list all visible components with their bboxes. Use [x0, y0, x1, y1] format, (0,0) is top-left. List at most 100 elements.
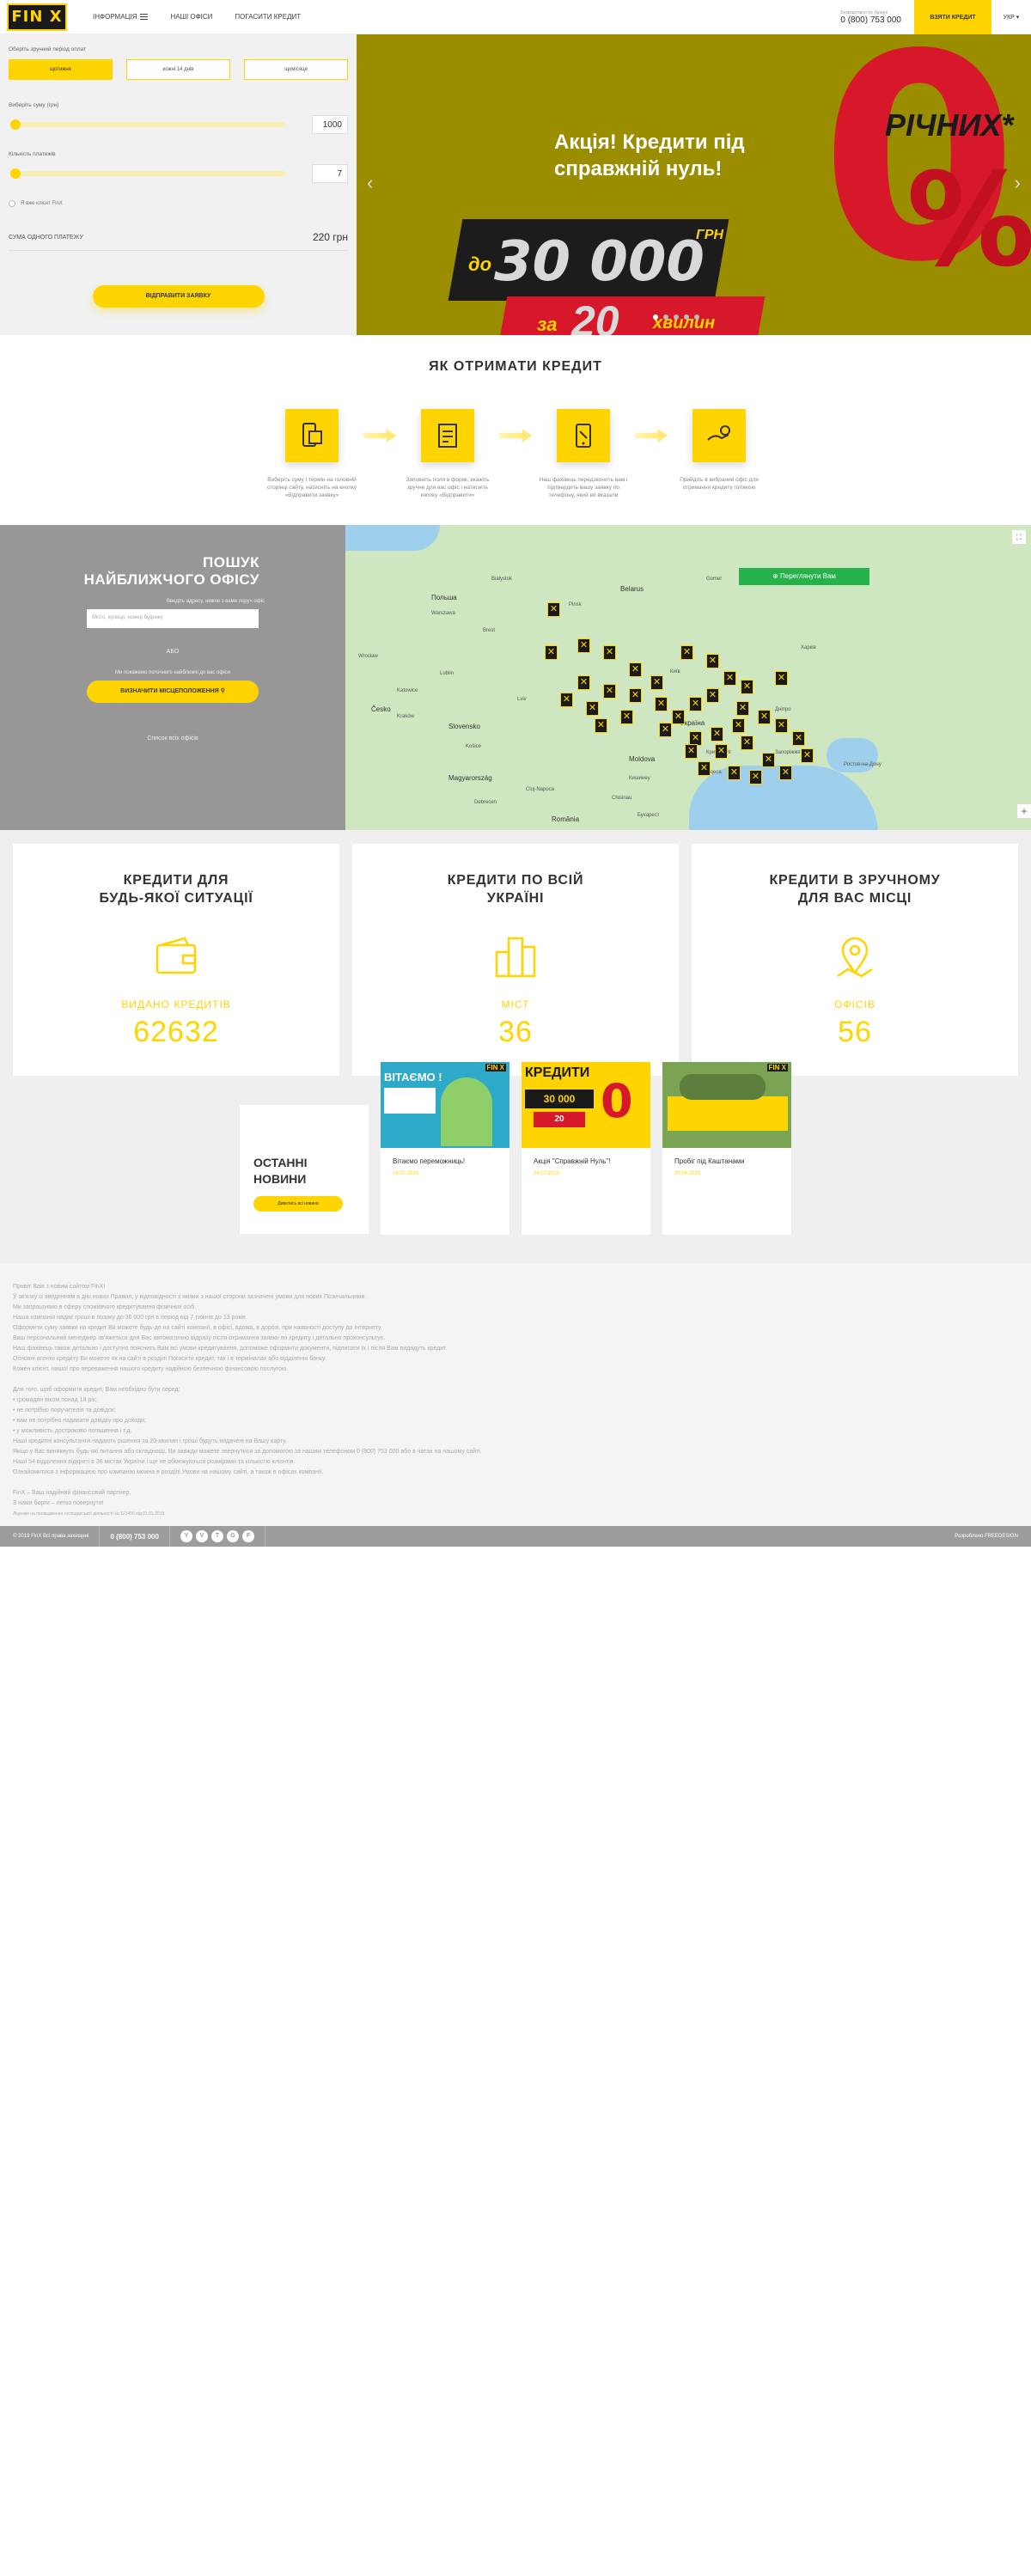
office-pin-icon[interactable]: ✕ — [758, 710, 771, 724]
news-card[interactable]: ВІТАЄМО ! FIN X Вітаємо переможниць! 14.… — [381, 1062, 509, 1235]
slider-dot[interactable] — [653, 314, 658, 320]
period-weekly-button[interactable]: щотижня — [9, 59, 113, 80]
map-city-label: Gomel — [706, 577, 722, 582]
news-item-date: 14.07.2019 — [393, 1171, 419, 1176]
office-pin-icon[interactable]: ✕ — [629, 662, 642, 677]
nav-info[interactable]: ІНФОРМАЦІЯ — [93, 13, 149, 21]
slider-dot[interactable] — [663, 314, 668, 320]
office-pin-icon[interactable]: ✕ — [706, 654, 719, 668]
footer-phone[interactable]: 0 (800) 753 000 — [110, 1533, 159, 1541]
period-biweekly-button[interactable]: кожні 14 днів — [126, 59, 230, 80]
slider-dot[interactable] — [674, 314, 679, 320]
youtube-icon[interactable]: Y — [180, 1530, 192, 1542]
info-paragraph: Наші кредитні консультанти надають рішен… — [13, 1438, 287, 1444]
office-pin-icon[interactable]: ✕ — [749, 770, 762, 784]
office-pin-icon[interactable]: ✕ — [595, 718, 607, 733]
money-icon — [692, 409, 746, 462]
all-news-button[interactable]: Дивитись всі новини — [253, 1196, 343, 1212]
stat-card-cities: КРЕДИТИ ПО ВСІЙ УКРАЇНІ МІСТ 36 — [352, 844, 679, 1076]
take-credit-button[interactable]: ВЗЯТИ КРЕДИТ — [914, 0, 991, 34]
nav-repay[interactable]: ПОГАСИТИ КРЕДИТ — [235, 13, 301, 21]
period-monthly-button[interactable]: щомісяця — [244, 59, 348, 80]
slider-next-icon[interactable]: › — [1015, 172, 1021, 194]
submit-application-button[interactable]: ВІДПРАВИТИ ЗАЯВКУ — [92, 285, 265, 308]
office-pin-icon[interactable]: ✕ — [723, 671, 736, 686]
office-pin-icon[interactable]: ✕ — [680, 645, 693, 660]
offices-map[interactable]: Польша Belarus Україна Moldova Slovensko… — [345, 525, 1031, 830]
office-pin-icon[interactable]: ✕ — [560, 693, 573, 707]
info-text-block: Привіт Вам з новим сайтом FinX! У зв'язк… — [0, 1263, 1031, 1526]
sum-input[interactable]: 1000 — [312, 115, 348, 134]
office-pin-icon[interactable]: ✕ — [762, 753, 775, 767]
count-input[interactable]: 7 — [312, 164, 348, 183]
existing-client-checkbox[interactable] — [9, 200, 15, 207]
address-search-input[interactable]: Місто, вулиця, номер будинку — [87, 609, 259, 628]
twitter-icon[interactable]: T — [210, 1530, 223, 1542]
facebook-icon[interactable]: F — [241, 1530, 254, 1542]
google-plus-icon[interactable]: G — [226, 1530, 239, 1542]
map-route-button[interactable]: ⊕ Переглянути Вам — [739, 568, 869, 585]
developer-credit[interactable]: Розроблено FREEDESIGN — [955, 1534, 1018, 1539]
office-pin-icon[interactable]: ✕ — [545, 645, 558, 660]
office-pin-icon[interactable]: ✕ — [603, 645, 616, 660]
office-pin-icon[interactable]: ✕ — [728, 766, 741, 780]
office-pin-icon[interactable]: ✕ — [603, 684, 616, 699]
office-pin-icon[interactable]: ✕ — [801, 748, 814, 763]
office-pin-icon[interactable]: ✕ — [698, 761, 711, 776]
nav-offices[interactable]: НАШІ ОФІСИ — [170, 13, 212, 21]
office-pin-icon[interactable]: ✕ — [711, 727, 723, 742]
office-pin-icon[interactable]: ✕ — [732, 718, 745, 733]
office-pin-icon[interactable]: ✕ — [620, 710, 633, 724]
office-pin-icon[interactable]: ✕ — [685, 744, 698, 759]
office-pin-icon[interactable]: ✕ — [629, 688, 642, 703]
office-pin-icon[interactable]: ✕ — [792, 731, 805, 746]
all-offices-link[interactable]: Список всіх офісів — [0, 736, 345, 742]
slider-dot[interactable] — [684, 314, 689, 320]
office-pin-icon[interactable]: ✕ — [706, 688, 719, 703]
office-pin-icon[interactable]: ✕ — [689, 697, 702, 711]
fullscreen-icon[interactable]: ⛶ — [1012, 530, 1026, 544]
map-city-label: Lviv — [517, 697, 527, 702]
office-pin-icon[interactable]: ✕ — [779, 766, 792, 780]
finx-logo[interactable]: FIN X — [7, 3, 67, 31]
sum-slider-handle[interactable] — [10, 119, 21, 130]
map-country-label: Belarus — [620, 585, 644, 593]
slider-prev-icon[interactable]: ‹ — [367, 172, 373, 194]
news-item-date: 30.06.2019 — [674, 1171, 701, 1176]
header-phone[interactable]: Безкоштовно по Україні 0 (800) 753 000 — [840, 10, 901, 25]
office-pin-icon[interactable]: ✕ — [577, 638, 590, 653]
language-select[interactable]: УКР ▾ — [991, 14, 1031, 21]
menu-icon[interactable] — [140, 14, 149, 21]
news-item-title: Акція "Справжній Нуль"! — [534, 1157, 611, 1165]
count-slider[interactable] — [10, 168, 286, 179]
zoom-in-icon[interactable]: + — [1017, 804, 1031, 818]
office-pin-icon[interactable]: ✕ — [741, 736, 753, 750]
page-blank-area — [0, 1547, 1031, 2552]
office-pin-icon[interactable]: ✕ — [741, 680, 753, 694]
office-pin-icon[interactable]: ✕ — [715, 744, 728, 759]
office-pin-icon[interactable]: ✕ — [672, 710, 685, 724]
map-city-label: Brest — [483, 628, 496, 633]
sum-slider[interactable] — [10, 119, 286, 130]
count-slider-handle[interactable] — [10, 168, 21, 179]
office-pin-icon[interactable]: ✕ — [547, 602, 560, 617]
office-pin-icon[interactable]: ✕ — [586, 701, 599, 716]
banner-za: за — [537, 314, 558, 335]
promo-banner[interactable]: 0 % РІЧНИХ* Акція! Кредити під справжній… — [357, 34, 1031, 335]
map-city-label: Київ — [670, 669, 680, 675]
office-pin-icon[interactable]: ✕ — [650, 675, 663, 690]
info-paragraph: Наш фахівець також детально і доступно п… — [13, 1346, 448, 1352]
detect-location-button[interactable]: ВИЗНАЧИТИ МІСЦЕПОЛОЖЕННЯ ⚲ — [87, 681, 259, 703]
office-pin-icon[interactable]: ✕ — [577, 675, 590, 690]
office-pin-icon[interactable]: ✕ — [775, 718, 788, 733]
vk-icon[interactable]: V — [195, 1530, 208, 1542]
office-pin-icon[interactable]: ✕ — [659, 723, 672, 737]
info-paragraph: Ми запрошуємо в сферу споживчого кредиту… — [13, 1304, 197, 1310]
office-pin-icon[interactable]: ✕ — [736, 701, 749, 716]
office-pin-icon[interactable]: ✕ — [655, 697, 668, 711]
office-pin-icon[interactable]: ✕ — [775, 671, 788, 686]
news-card[interactable]: FIN X Пробіг під Каштанами 30.06.2019 — [662, 1062, 791, 1235]
slider-dot[interactable] — [694, 314, 699, 320]
stat-label: ОФІСІВ — [834, 998, 875, 1010]
news-card[interactable]: КРЕДИТИ 30 000 20 0 Акція "Справжній Нул… — [522, 1062, 650, 1235]
